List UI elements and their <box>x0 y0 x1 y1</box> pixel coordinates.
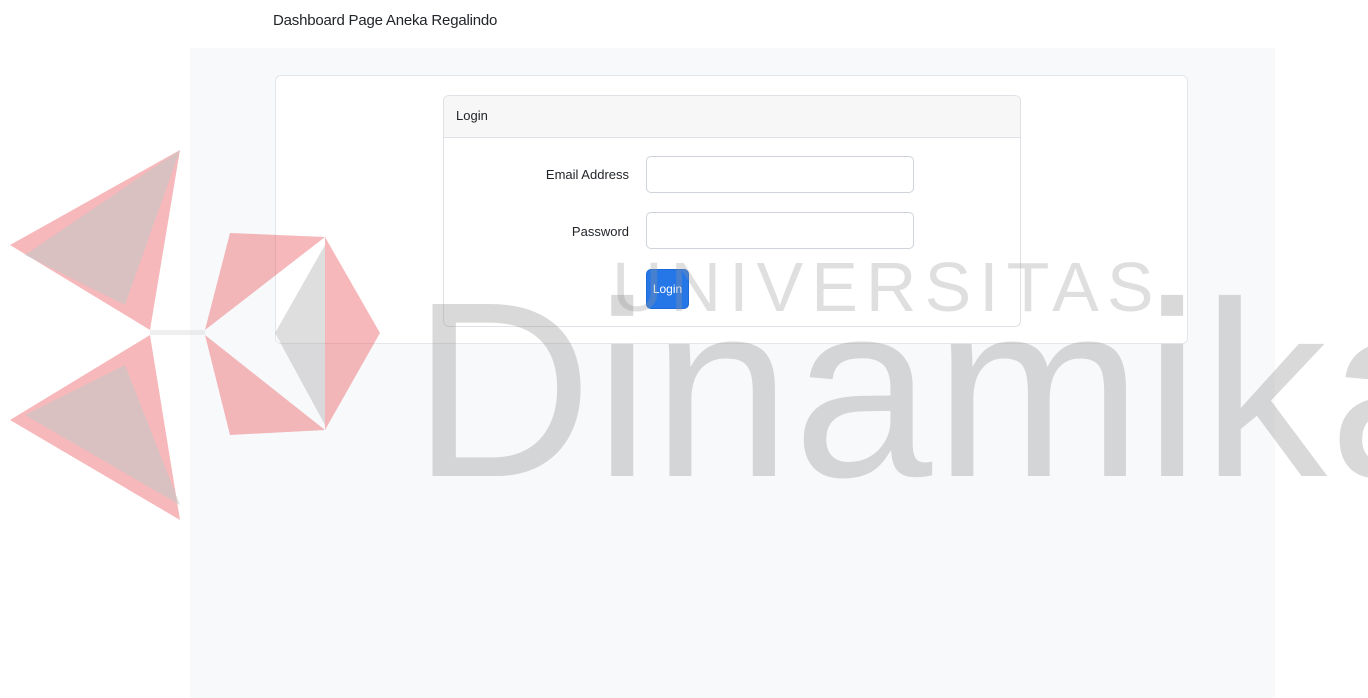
email-label: Email Address <box>545 167 629 182</box>
navbar-brand[interactable]: Dashboard Page Aneka Regalindo <box>273 12 497 29</box>
email-field[interactable] <box>646 156 914 193</box>
login-card-header: Login <box>444 96 1020 138</box>
navbar: Dashboard Page Aneka Regalindo <box>0 0 1368 48</box>
password-label: Password <box>571 224 629 239</box>
password-field[interactable] <box>646 212 914 249</box>
page: Dashboard Page Aneka Regalindo Login Ema… <box>0 0 1368 698</box>
login-card: Login <box>443 95 1021 327</box>
login-button[interactable]: Login <box>646 269 689 309</box>
